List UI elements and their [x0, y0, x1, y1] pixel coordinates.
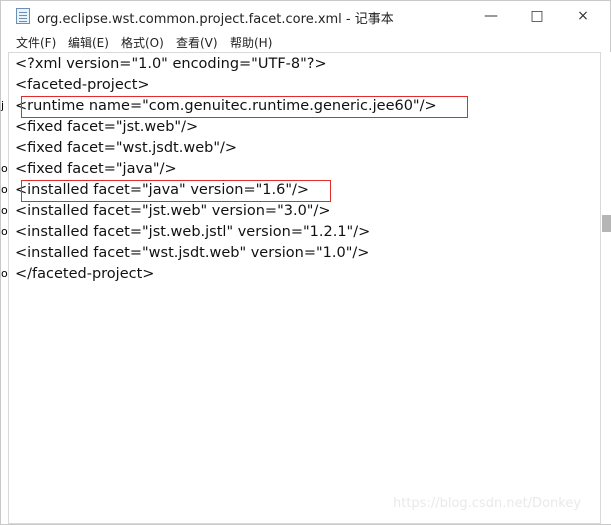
- background-fragment: o: [1, 204, 8, 217]
- window-title: org.eclipse.wst.common.project.facet.cor…: [37, 12, 394, 27]
- title-bar: org.eclipse.wst.common.project.facet.cor…: [1, 1, 610, 31]
- menu-bar: 文件(F) 编辑(E) 格式(O) 查看(V) 帮助(H): [1, 31, 610, 52]
- highlight-runtime-line: [21, 96, 468, 118]
- text-content[interactable]: <?xml version="1.0" encoding="UTF-8"?> <…: [15, 54, 600, 523]
- code-line[interactable]: <fixed facet="java"/>: [15, 159, 177, 180]
- notepad-window: org.eclipse.wst.common.project.facet.cor…: [0, 0, 611, 525]
- code-line[interactable]: </faceted-project>: [15, 264, 154, 285]
- background-fragment: j: [1, 99, 5, 112]
- menu-format[interactable]: 格式(O): [121, 34, 164, 51]
- background-fragment: o: [1, 183, 8, 196]
- close-button[interactable]: ×: [560, 1, 606, 31]
- scrollbar-thumb[interactable]: [602, 215, 611, 232]
- highlight-installed-java-line: [21, 180, 331, 202]
- background-fragment: o: [1, 225, 8, 238]
- vertical-scrollbar[interactable]: [601, 52, 611, 524]
- code-line[interactable]: <?xml version="1.0" encoding="UTF-8"?>: [15, 54, 327, 75]
- background-fragment: o: [1, 162, 8, 175]
- code-line[interactable]: <installed facet="wst.jsdt.web" version=…: [15, 243, 369, 264]
- code-line[interactable]: <installed facet="jst.web.jstl" version=…: [15, 222, 370, 243]
- background-fragment: o: [1, 267, 8, 280]
- maximize-button[interactable]: □: [514, 1, 560, 31]
- notepad-icon: [16, 8, 30, 24]
- code-line[interactable]: <fixed facet="wst.jsdt.web"/>: [15, 138, 237, 159]
- minimize-button[interactable]: —: [468, 1, 514, 31]
- menu-view[interactable]: 查看(V): [176, 34, 218, 51]
- watermark-text: https://blog.csdn.net/Donkey: [393, 496, 582, 511]
- menu-file[interactable]: 文件(F): [16, 34, 56, 51]
- code-line[interactable]: <installed facet="jst.web" version="3.0"…: [15, 201, 331, 222]
- menu-help[interactable]: 帮助(H): [230, 34, 272, 51]
- text-editor[interactable]: <?xml version="1.0" encoding="UTF-8"?> <…: [8, 52, 601, 524]
- menu-edit[interactable]: 编辑(E): [68, 34, 109, 51]
- code-line[interactable]: <fixed facet="jst.web"/>: [15, 117, 198, 138]
- code-line[interactable]: <faceted-project>: [15, 75, 150, 96]
